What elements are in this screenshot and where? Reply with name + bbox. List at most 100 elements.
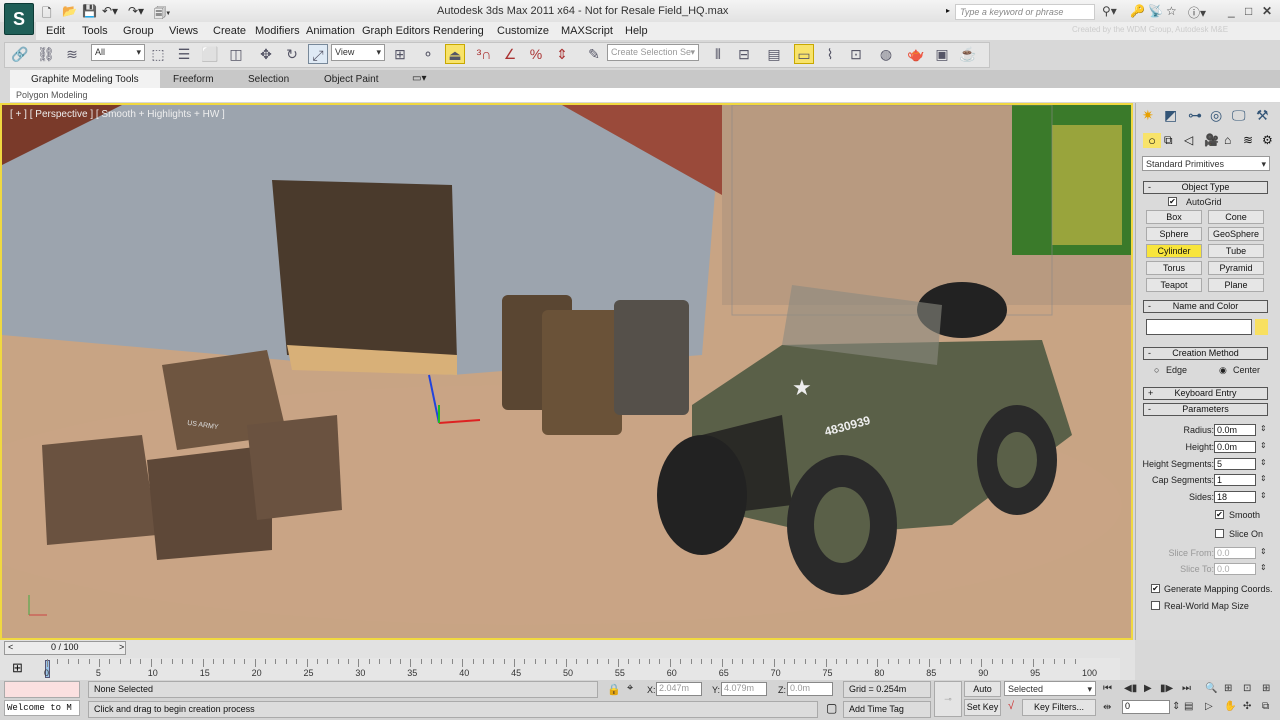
cameras-icon[interactable]: 🎥: [1204, 133, 1219, 147]
scale-icon[interactable]: ⤢: [308, 44, 328, 64]
menu-graph-editors[interactable]: Graph Editors: [362, 25, 430, 37]
viewport-label[interactable]: [ + ] [ Perspective ] [ Smooth + Highlig…: [10, 109, 225, 120]
radius-spinner[interactable]: ⇕: [1260, 424, 1268, 433]
maximize-button[interactable]: □: [1245, 4, 1252, 18]
menu-views[interactable]: Views: [169, 25, 198, 37]
zoom-extents-all-icon[interactable]: ⊞: [1262, 683, 1270, 694]
shapes-icon[interactable]: ⧉: [1164, 133, 1173, 148]
helpers-icon[interactable]: ⌂: [1224, 133, 1231, 147]
time-slider[interactable]: < 0 / 100 >: [4, 641, 126, 655]
ribbon-panel-polygon-modeling[interactable]: Polygon Modeling: [16, 90, 88, 100]
keyboard-shortcut-override-icon[interactable]: ⏏: [445, 44, 465, 64]
set-key-big-button[interactable]: ⊸: [934, 681, 962, 717]
menu-tools[interactable]: Tools: [82, 25, 108, 37]
create-tab-icon[interactable]: ✷: [1142, 107, 1154, 124]
zoom-extents-icon[interactable]: ⊡: [1243, 683, 1251, 694]
time-configuration-icon[interactable]: ▤: [1184, 701, 1193, 712]
minimize-button[interactable]: _: [1228, 4, 1235, 18]
align-icon[interactable]: ⊟: [734, 44, 754, 64]
pan-icon[interactable]: ✋: [1224, 701, 1236, 712]
perspective-viewport[interactable]: ★ 4830939 US ARMY [ + ] [ Perspective ] …: [0, 103, 1133, 640]
orbit-icon[interactable]: ✣: [1243, 701, 1251, 712]
application-button[interactable]: S: [4, 3, 34, 35]
lights-icon[interactable]: ◁: [1184, 133, 1193, 147]
center-radio[interactable]: ◉: [1219, 365, 1227, 376]
tube-button[interactable]: Tube: [1208, 244, 1264, 258]
subscription-icon[interactable]: 🔑: [1130, 4, 1145, 18]
layer-manager-icon[interactable]: ▤: [764, 44, 784, 64]
binoculars-icon[interactable]: ⚲▾: [1102, 4, 1117, 18]
ribbon-options-icon[interactable]: ▭▾: [412, 73, 426, 84]
rollout-name-and-color[interactable]: - Name and Color: [1143, 300, 1268, 313]
height-spinner[interactable]: ⇕: [1260, 441, 1268, 450]
slice-from-input[interactable]: 0.0: [1214, 547, 1256, 559]
percent-snap-icon[interactable]: %: [526, 44, 546, 64]
communication-center-icon[interactable]: 📡: [1148, 4, 1163, 18]
cylinder-button[interactable]: Cylinder: [1146, 244, 1202, 258]
motion-tab-icon[interactable]: ◎: [1210, 107, 1222, 124]
category-dropdown[interactable]: Standard Primitives: [1142, 156, 1270, 171]
move-icon[interactable]: ✥: [256, 44, 276, 64]
menu-rendering[interactable]: Rendering: [433, 25, 484, 37]
field-of-view-icon[interactable]: ▷: [1205, 701, 1213, 712]
sides-input[interactable]: 18: [1214, 491, 1256, 503]
menu-animation[interactable]: Animation: [306, 25, 355, 37]
next-frame-arrow[interactable]: >: [119, 642, 124, 652]
height-input[interactable]: 0.0m: [1214, 441, 1256, 453]
real-world-map-checkbox[interactable]: [1151, 601, 1160, 610]
menu-create[interactable]: Create: [213, 25, 246, 37]
maxscript-output[interactable]: Welcome to M: [4, 700, 80, 716]
selection-lock-icon[interactable]: 🔒: [607, 683, 621, 696]
tab-freeform[interactable]: Freeform: [173, 74, 214, 85]
render-setup-icon[interactable]: 🫖: [906, 44, 926, 64]
utilities-tab-icon[interactable]: ⚒: [1256, 107, 1269, 124]
y-coordinate[interactable]: 4.079m: [721, 682, 767, 696]
geosphere-button[interactable]: GeoSphere: [1208, 227, 1264, 241]
zoom-all-icon[interactable]: ⊞: [1224, 683, 1232, 694]
search-input[interactable]: Type a keyword or phrase: [955, 4, 1095, 20]
slice-to-input[interactable]: 0.0: [1214, 563, 1256, 575]
select-by-name-icon[interactable]: ☰: [174, 44, 194, 64]
open-file-icon[interactable]: 📂: [62, 4, 77, 18]
cone-button[interactable]: Cone: [1208, 210, 1264, 224]
menu-customize[interactable]: Customize: [497, 25, 549, 37]
mini-curve-editor-icon[interactable]: ⊞: [12, 660, 23, 676]
systems-icon[interactable]: ⚙: [1262, 133, 1273, 147]
add-time-tag-button[interactable]: Add Time Tag: [843, 701, 931, 718]
prev-frame-arrow[interactable]: <: [8, 642, 13, 652]
height-segments-input[interactable]: 5: [1214, 458, 1256, 470]
radius-input[interactable]: 0.0m: [1214, 424, 1256, 436]
smooth-checkbox[interactable]: ✔: [1215, 510, 1224, 519]
edge-radio[interactable]: ○: [1154, 365, 1159, 375]
absolute-mode-icon[interactable]: ⌖: [627, 682, 633, 695]
autogrid-checkbox[interactable]: ✔: [1168, 197, 1177, 206]
reference-coordinate-dropdown[interactable]: View: [331, 44, 385, 61]
cap-segments-input[interactable]: 1: [1214, 474, 1256, 486]
x-coordinate[interactable]: 2.047m: [656, 682, 702, 696]
slice-to-spinner[interactable]: ⇕: [1260, 563, 1268, 572]
zoom-icon[interactable]: 🔍: [1205, 683, 1217, 694]
maximize-viewport-icon[interactable]: ⧉: [1262, 701, 1269, 712]
close-button[interactable]: ✕: [1262, 4, 1272, 18]
object-name-input[interactable]: [1146, 319, 1252, 335]
rollout-creation-method[interactable]: - Creation Method: [1143, 347, 1268, 360]
bind-space-warp-icon[interactable]: ≋: [62, 44, 82, 64]
rollout-object-type[interactable]: - Object Type: [1143, 181, 1268, 194]
slice-on-checkbox[interactable]: [1215, 529, 1224, 538]
mirror-icon[interactable]: ⫴: [708, 44, 728, 64]
tab-graphite-modeling-tools[interactable]: Graphite Modeling Tools: [31, 74, 139, 85]
rendered-frame-window-icon[interactable]: ▣: [932, 44, 952, 64]
render-production-icon[interactable]: ☕: [958, 44, 978, 64]
curve-editor-icon[interactable]: ⌇: [820, 44, 840, 64]
generate-mapping-checkbox[interactable]: ✔: [1151, 584, 1160, 593]
previous-frame-icon[interactable]: ◀▮: [1124, 683, 1137, 694]
pyramid-button[interactable]: Pyramid: [1208, 261, 1264, 275]
sides-spinner[interactable]: ⇕: [1260, 491, 1268, 500]
menu-group[interactable]: Group: [123, 25, 154, 37]
box-button[interactable]: Box: [1146, 210, 1202, 224]
manipulate-icon[interactable]: ⚬: [418, 44, 438, 64]
object-color-swatch[interactable]: [1255, 319, 1268, 335]
search-expand-icon[interactable]: ▸: [946, 6, 950, 15]
sphere-button[interactable]: Sphere: [1146, 227, 1202, 241]
select-object-icon[interactable]: ⬚: [148, 44, 168, 64]
